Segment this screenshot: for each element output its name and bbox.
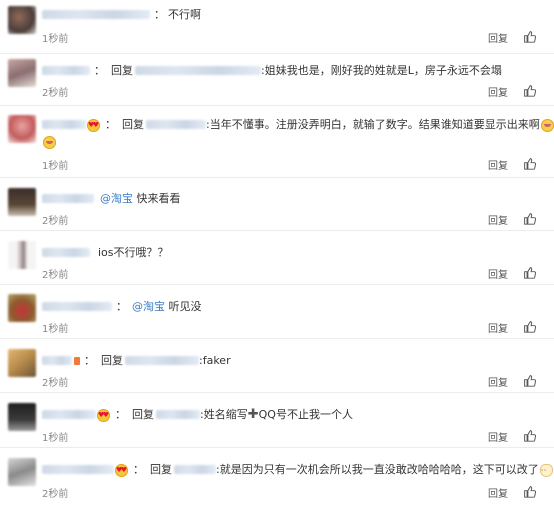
badge-icon <box>74 357 80 365</box>
reply-button[interactable]: 回复 <box>488 84 508 99</box>
separator: ： <box>84 354 95 367</box>
comment-time: 2秒前 <box>42 88 69 99</box>
heart-eyes-emoji-icon <box>97 407 110 423</box>
comment-time: 2秒前 <box>42 270 69 281</box>
avatar[interactable] <box>8 241 36 269</box>
comment-text: :姐妹我也是，刚好我的姓就是L，房子永远不会塌 <box>261 64 502 77</box>
comment-time: 2秒前 <box>42 378 69 389</box>
heavy-plus-icon: ✚ <box>247 407 259 422</box>
reply-label: 回复 <box>150 463 172 476</box>
thumbs-up-icon[interactable] <box>523 374 536 387</box>
separator: ： <box>116 300 127 313</box>
heart-eyes-emoji-icon <box>115 462 128 478</box>
comment-text: 快来看看 <box>136 192 181 205</box>
avatar[interactable] <box>8 188 36 216</box>
comment-text: 不行啊 <box>168 8 201 21</box>
username-blurred[interactable] <box>42 409 96 419</box>
thumbs-up-icon[interactable] <box>523 429 536 442</box>
separator: ： <box>94 64 105 77</box>
comment-row: ios不行哦？？ 2秒前 回复 <box>0 231 554 285</box>
reply-button[interactable]: 回复 <box>488 429 508 444</box>
laughing-tears-emoji-icon <box>43 135 56 149</box>
comment-text: 听见没 <box>168 300 202 313</box>
reply-label: 回复 <box>111 64 133 77</box>
comment-row: ： 回复 :就是因为只有一次机会所以我一直没敢改哈哈哈哈，这下可以改了 2秒前 回复 <box>0 448 554 509</box>
thumbs-up-icon[interactable] <box>523 485 536 498</box>
comment-text-continued: QQ号不止我一个人 <box>258 408 353 421</box>
reply-button[interactable]: 回复 <box>488 374 508 389</box>
reply-label: 回复 <box>122 118 144 131</box>
username-blurred[interactable] <box>42 247 90 257</box>
comment-row: ： @淘宝 听见没 1秒前 回复 <box>0 285 554 339</box>
separator: ： <box>115 408 126 421</box>
comment-row: ：不行啊 1秒前 回复 <box>0 0 554 54</box>
thumbs-up-icon[interactable] <box>523 320 536 333</box>
comment-time: 1秒前 <box>42 433 69 444</box>
username-blurred[interactable] <box>42 193 94 203</box>
avatar[interactable] <box>8 115 36 143</box>
comment-time: 1秒前 <box>42 161 69 172</box>
separator: ： <box>133 463 144 476</box>
comment-time: 1秒前 <box>42 34 69 45</box>
avatar[interactable] <box>8 403 36 431</box>
reply-label: 回复 <box>132 408 154 421</box>
username-blurred[interactable] <box>42 355 72 365</box>
comment-text: :姓名缩写 <box>200 408 248 421</box>
reply-button[interactable]: 回复 <box>488 320 508 335</box>
avatar[interactable] <box>8 458 36 486</box>
thumbs-up-icon[interactable] <box>523 266 536 279</box>
comment-row: ： 回复 :姐妹我也是，刚好我的姓就是L，房子永远不会塌 2秒前 回复 <box>0 54 554 106</box>
reply-target-blurred[interactable] <box>125 355 199 365</box>
thumbs-up-icon[interactable] <box>523 212 536 225</box>
avatar[interactable] <box>8 294 36 322</box>
avatar[interactable] <box>8 6 36 34</box>
comment-time: 1秒前 <box>42 324 69 335</box>
avatar[interactable] <box>8 349 36 377</box>
thumbs-up-icon[interactable] <box>523 84 536 97</box>
comment-text: :faker <box>199 354 231 367</box>
mention-link[interactable]: @淘宝 <box>100 192 133 205</box>
username-blurred[interactable] <box>42 119 86 129</box>
reply-label: 回复 <box>101 354 123 367</box>
reply-target-blurred[interactable] <box>146 119 206 129</box>
reply-target-blurred[interactable] <box>135 65 261 75</box>
username-blurred[interactable] <box>42 301 112 311</box>
reply-button[interactable]: 回复 <box>488 212 508 227</box>
reply-button[interactable]: 回复 <box>488 157 508 172</box>
comment-time: 2秒前 <box>42 489 69 500</box>
comment-row: @淘宝 快来看看 2秒前 回复 <box>0 178 554 231</box>
username-blurred[interactable] <box>42 65 90 75</box>
comment-row: ： 回复 :faker 2秒前 回复 <box>0 339 554 393</box>
mention-link[interactable]: @淘宝 <box>132 300 165 313</box>
username-blurred[interactable] <box>42 464 114 474</box>
comment-text: :当年不懂事。注册没弄明白，就输了数字。结果谁知道要显示出来啊 <box>206 118 540 131</box>
reply-button[interactable]: 回复 <box>488 30 508 45</box>
comment-row: ： 回复 :姓名缩写✚QQ号不止我一个人 1秒前 回复 <box>0 393 554 448</box>
comment-time: 2秒前 <box>42 216 69 227</box>
comment-text: ios不行哦？？ <box>98 246 169 259</box>
username-blurred[interactable] <box>42 9 150 19</box>
reply-button[interactable]: 回复 <box>488 266 508 281</box>
avatar[interactable] <box>8 59 36 87</box>
comment-row: ： 回复 :当年不懂事。注册没弄明白，就输了数字。结果谁知道要显示出来啊 1秒前 回… <box>0 106 554 178</box>
comment-list: ：不行啊 1秒前 回复 ：回复:姐妹我也是，刚好我的姓就是L，房子永远不会塌 2… <box>0 0 554 509</box>
cute-face-emoji-icon <box>539 463 553 479</box>
thumbs-up-icon[interactable] <box>523 157 536 170</box>
separator: ： <box>105 118 116 131</box>
reply-target-blurred[interactable] <box>156 409 200 419</box>
separator: ： <box>154 8 165 21</box>
reply-target-blurred[interactable] <box>174 464 216 474</box>
comment-text: :就是因为只有一次机会所以我一直没敢改哈哈哈哈，这下可以改了 <box>216 463 539 476</box>
heart-eyes-emoji-icon <box>87 117 100 133</box>
laughing-tears-emoji-icon <box>540 118 554 132</box>
thumbs-up-icon[interactable] <box>523 30 536 43</box>
reply-button[interactable]: 回复 <box>488 485 508 500</box>
